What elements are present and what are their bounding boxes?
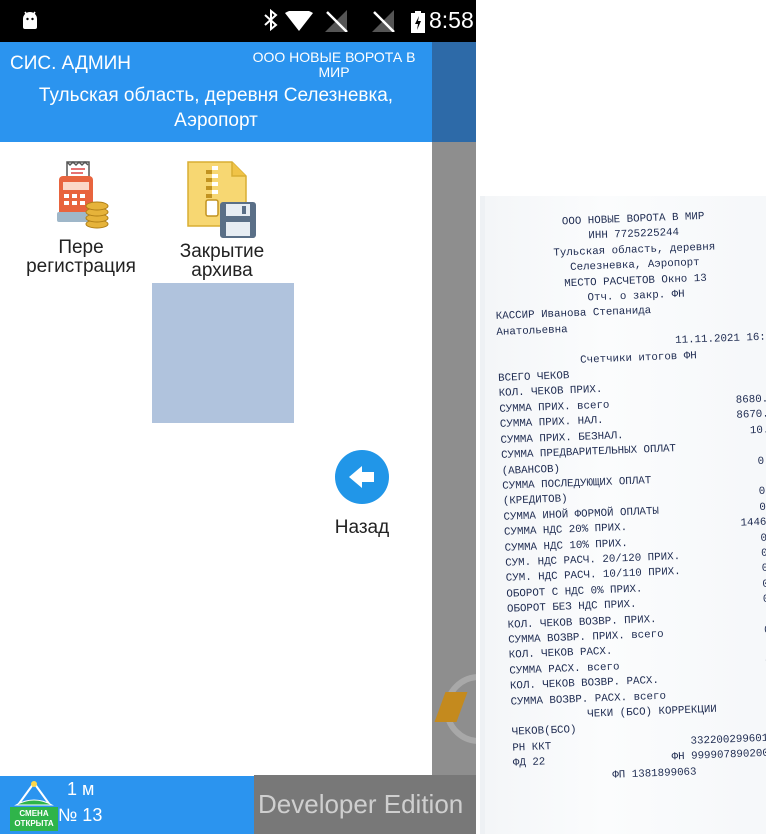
receipt-line-value: 0.00 <box>762 577 766 591</box>
panel-header: СИС. АДМИН ООО НОВЫЕ ВОРОТА В МИР Тульск… <box>0 42 432 142</box>
receipt-line-value: 0.00 <box>760 546 766 560</box>
organization-name: ООО НОВЫЕ ВОРОТА В МИР <box>252 49 416 80</box>
menu-label-archive-2: архива <box>191 260 253 281</box>
shift-duration: 1 м <box>67 779 95 799</box>
menu-label-reregistration-2: регистрация <box>26 256 136 277</box>
shift-sign-icon <box>14 781 54 806</box>
receipt-line-value: 8670.00 <box>736 408 766 423</box>
receipt-line-value: 0.00 <box>759 654 766 671</box>
receipt-line-label: ЧЕКОВ(БСО) <box>511 724 577 740</box>
menu-item-close-archive[interactable]: Закрытие архива <box>160 160 284 280</box>
shift-open-badge: СМЕНА ОТКРЫТА <box>10 807 58 831</box>
receipt-line-value: 0.00 <box>760 684 766 701</box>
menu-label-reregistration-1: Пере <box>58 237 104 258</box>
signal-sim1-icon <box>325 10 348 32</box>
receipt-photo: ООО НОВЫЕ ВОРОТА В МИР ИНН 7725225244 Туль… <box>480 196 766 834</box>
receipt-line-label: ФП 1381899063 <box>612 766 697 782</box>
cash-register-coins-icon <box>57 160 109 229</box>
receipt-line-value: 0.00 <box>758 485 766 499</box>
background-app-header <box>432 42 476 142</box>
receipt-text: ООО НОВЫЕ ВОРОТА В МИР ИНН 7725225244 Туль… <box>492 207 766 788</box>
receipt-line-label: ФД 22 <box>512 756 546 770</box>
battery-charging-icon <box>411 11 425 33</box>
user-role: СИС. АДМИН <box>10 53 132 74</box>
status-time: 8:58 <box>429 7 474 33</box>
receipt-line-value: 0.00 <box>762 593 766 607</box>
side-panel: СИС. АДМИН ООО НОВЫЕ ВОРОТА В МИР Тульск… <box>0 42 432 834</box>
empty-tile-placeholder <box>152 283 294 423</box>
background-app-dimmed[interactable] <box>432 42 476 834</box>
receipt-line-value: 0.00 <box>761 562 766 576</box>
developer-edition-watermark: Developer Edition <box>254 775 476 834</box>
menu-label-archive-1: Закрытие <box>179 241 265 262</box>
status-bar: 8:58 <box>0 0 476 42</box>
receipt-line-value: 0.00 <box>759 500 766 514</box>
android-debug-icon <box>23 11 37 29</box>
back-button-label: Назад <box>334 517 390 538</box>
signal-sim2-icon <box>372 10 395 32</box>
receipt-line-value: 1446.67 <box>740 516 766 530</box>
wifi-icon <box>285 11 313 31</box>
receipt-line-value: 0.00 <box>763 623 766 637</box>
footer-edge <box>0 776 10 834</box>
receipt-line-value: 0.00 <box>757 454 766 468</box>
receipt-line-value: 8680.00 <box>735 392 766 407</box>
receipt-line-label: Анатольевна <box>496 324 568 339</box>
receipt-line-label: РН ККТ <box>512 740 552 755</box>
shift-number: № 13 <box>58 805 103 825</box>
receipt-line-value: 0.00 <box>760 531 766 545</box>
zip-archive-save-icon <box>187 161 256 238</box>
back-arrow-icon <box>335 450 389 504</box>
menu-item-reregistration[interactable]: Пере регистрация <box>6 160 156 276</box>
store-address: Тульская область, деревня Селезневка, Аэ… <box>38 85 394 131</box>
bluetooth-icon <box>264 8 278 32</box>
phone-screenshot: 8:58 СИС. АДМИН ООО НОВЫЕ ВОРОТА В МИР Т… <box>0 0 476 834</box>
receipt-line-value: 10.00 <box>749 423 766 437</box>
back-button[interactable]: Назад <box>325 450 399 539</box>
